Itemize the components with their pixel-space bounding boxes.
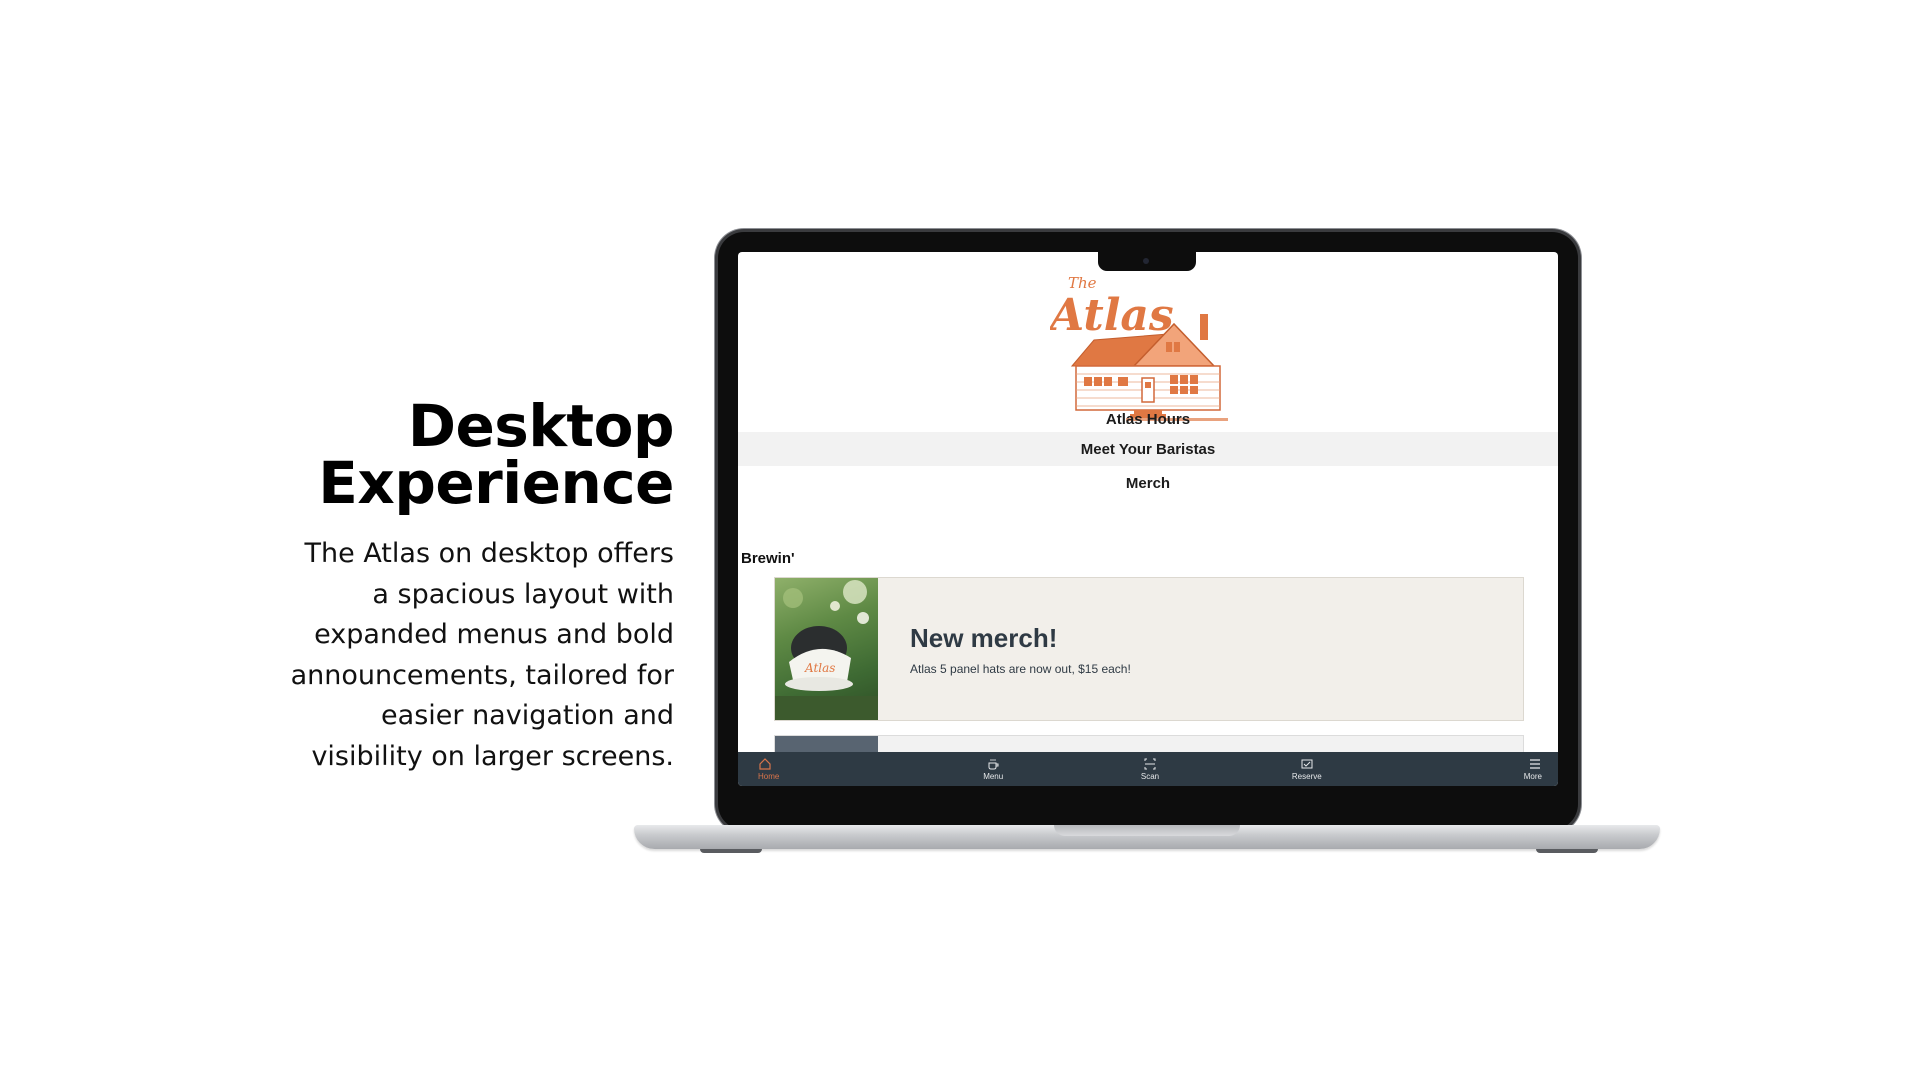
intro-line: expanded menus and bold	[314, 619, 674, 650]
tab-menu[interactable]: Menu	[915, 752, 1072, 786]
intro-line: The Atlas on desktop offers	[304, 538, 674, 569]
intro-line: easier navigation and	[381, 700, 674, 731]
page-title: Desktop Experience	[154, 397, 674, 512]
bottom-tab-bar: Home Menu Scan Reserve More	[738, 752, 1558, 786]
hat-image-icon: Atlas	[775, 580, 878, 720]
intro-description: The Atlas on desktop offers a spacious l…	[154, 534, 674, 777]
intro-line: visibility on larger screens.	[311, 740, 674, 772]
intro-line: announcements, tailored for	[290, 659, 674, 691]
tab-reserve[interactable]: Reserve	[1228, 752, 1385, 786]
nav-meet-your-baristas[interactable]: Meet Your Baristas	[738, 432, 1558, 466]
laptop-mockup: The Atlas Atlas Hours Meet Your Baristas…	[718, 232, 1578, 830]
laptop-opening-groove	[1054, 825, 1240, 836]
announcement-card[interactable]: Atlas New merch! Atlas 5 panel hats are …	[774, 577, 1524, 721]
camera-icon	[1143, 258, 1149, 264]
laptop-foot-right	[1536, 849, 1598, 853]
coffee-cup-icon	[988, 759, 999, 770]
svg-text:Atlas: Atlas	[804, 661, 835, 675]
tab-label: Menu	[983, 772, 1004, 781]
announcement-text: Atlas 5 panel hats are now out, $15 each…	[910, 662, 1131, 676]
tab-home[interactable]: Home	[738, 752, 915, 786]
atlas-website: The Atlas Atlas Hours Meet Your Baristas…	[738, 252, 1558, 786]
scan-icon	[1144, 758, 1156, 770]
tab-more[interactable]: More	[1385, 752, 1558, 786]
laptop-screen: The Atlas Atlas Hours Meet Your Baristas…	[738, 252, 1558, 786]
laptop-base	[634, 825, 1660, 849]
nav-atlas-hours[interactable]: Atlas Hours	[738, 402, 1558, 436]
section-label-brewin: Brewin'	[741, 550, 795, 567]
intro-line: a spacious layout with	[372, 578, 674, 610]
tab-label: Reserve	[1291, 772, 1322, 781]
tab-label: More	[1523, 772, 1542, 781]
tab-label: Scan	[1140, 772, 1160, 781]
hamburger-menu-icon	[1529, 759, 1540, 769]
home-icon	[759, 758, 771, 770]
svg-text:Atlas: Atlas	[1050, 290, 1174, 341]
camera-notch	[1098, 252, 1196, 271]
nav-merch[interactable]: Merch	[738, 466, 1558, 500]
hat-photo: Atlas	[775, 578, 878, 720]
reserve-icon	[1301, 759, 1313, 769]
announcement-title: New merch!	[910, 623, 1058, 653]
intro-block: Desktop Experience The Atlas on desktop …	[154, 397, 675, 777]
title-line-2: Experience	[318, 449, 674, 517]
laptop-foot-left	[700, 849, 762, 853]
tab-scan[interactable]: Scan	[1072, 752, 1229, 786]
tab-label: Home	[758, 772, 780, 781]
